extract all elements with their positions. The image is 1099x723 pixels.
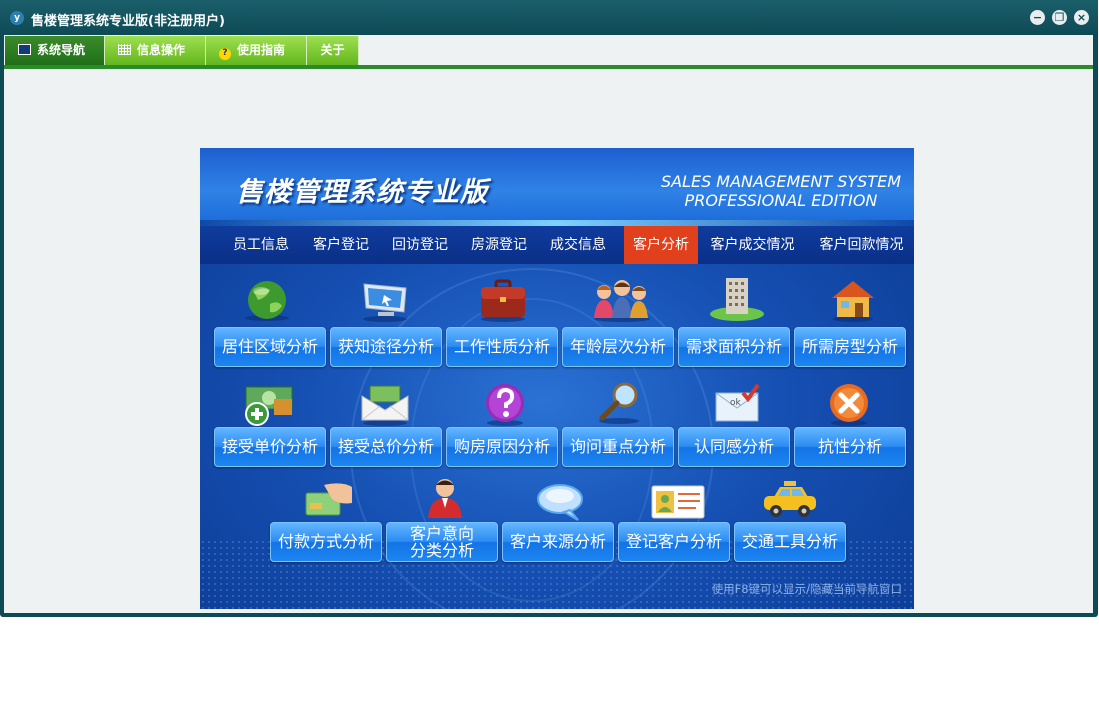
nav-revisit-register[interactable]: 回访登记 (382, 226, 458, 264)
menu-bar: 系统导航 信息操作 ? 使用指南 关于 (4, 35, 1093, 69)
building-icon (710, 278, 764, 321)
tile-registered-customer-analysis[interactable]: 登记客户分析 (618, 522, 730, 562)
taxi-icon (764, 481, 816, 517)
nav-customer-payment-status[interactable]: 客户回款情况 (812, 226, 911, 264)
chat-bubble-icon (537, 484, 583, 521)
nav-employee-info[interactable]: 员工信息 (223, 226, 299, 264)
grid-icon (118, 44, 131, 55)
globe-icon (245, 281, 289, 321)
window-title: 售楼管理系统专业版(非注册用户) (31, 14, 225, 29)
shortcut-hint: 使用F8键可以显示/隐藏当前导航窗口 (711, 582, 902, 596)
customer-icon (428, 479, 462, 518)
minimize-button[interactable]: − (1030, 10, 1045, 25)
tile-residence-area-analysis[interactable]: 居住区域分析 (214, 327, 326, 367)
tab-label: 关于 (320, 43, 345, 57)
close-circle-icon (830, 384, 868, 426)
tile-label-line2: 分类分析 (409, 541, 474, 560)
nav-customer-register[interactable]: 客户登记 (303, 226, 379, 264)
family-icon (594, 280, 650, 322)
tile-house-type-analysis[interactable]: 所需房型分析 (794, 327, 906, 367)
ok-mail-icon: ok (715, 383, 760, 422)
tile-purchase-reason-analysis[interactable]: 购房原因分析 (446, 427, 558, 467)
tile-resistance-analysis[interactable]: 抗性分析 (794, 427, 906, 467)
navigation-panel: 售楼管理系统专业版 SALES MANAGEMENT SYSTEM PROFES… (200, 148, 914, 609)
title-en-line1: SALES MANAGEMENT SYSTEM (660, 172, 901, 191)
tile-unit-price-analysis[interactable]: 接受单价分析 (214, 427, 326, 467)
tile-label-line1: 客户意向 (409, 524, 474, 543)
nav-deal-info[interactable]: 成交信息 (540, 226, 616, 264)
help-icon: ? (219, 48, 231, 60)
tile-customer-source-analysis[interactable]: 客户来源分析 (502, 522, 614, 562)
tile-total-price-analysis[interactable]: 接受总价分析 (330, 427, 442, 467)
ok-text: ok (730, 398, 742, 408)
tile-acquisition-channel-analysis[interactable]: 获知途径分析 (330, 327, 442, 367)
tile-customer-intention-analysis[interactable]: 客户意向 分类分析 (386, 522, 498, 562)
tile-identification-analysis[interactable]: 认同感分析 (678, 427, 790, 467)
tile-job-nature-analysis[interactable]: 工作性质分析 (446, 327, 558, 367)
magnifier-icon (599, 382, 639, 424)
tab-about[interactable]: 关于 (307, 36, 359, 65)
panel-header: 售楼管理系统专业版 SALES MANAGEMENT SYSTEM PROFES… (200, 148, 914, 226)
tab-label: 使用指南 (237, 43, 286, 57)
money-envelope-icon (361, 385, 409, 426)
tab-label: 系统导航 (37, 43, 86, 57)
tab-info-operation[interactable]: 信息操作 (105, 36, 206, 65)
tab-system-navigation[interactable]: 系统导航 (5, 36, 105, 65)
tab-user-guide[interactable]: ? 使用指南 (206, 36, 307, 65)
tile-inquiry-focus-analysis[interactable]: 询问重点分析 (562, 427, 674, 467)
panel-title-en: SALES MANAGEMENT SYSTEM PROFESSIONAL EDI… (661, 172, 901, 210)
house-icon (832, 281, 874, 322)
tile-required-area-analysis[interactable]: 需求面积分析 (678, 327, 790, 367)
tile-age-group-analysis[interactable]: 年龄层次分析 (562, 327, 674, 367)
monitor-icon (363, 283, 407, 322)
monitor-icon (18, 44, 31, 55)
title-bar[interactable]: y 售楼管理系统专业版(非注册用户) − ❐ × (0, 0, 1098, 35)
briefcase-icon (481, 279, 525, 322)
title-en-line2: PROFESSIONAL EDITION (684, 191, 878, 210)
panel-title-cn: 售楼管理系统专业版 (236, 177, 488, 208)
tile-payment-method-analysis[interactable]: 付款方式分析 (270, 522, 382, 562)
nav-housing-register[interactable]: 房源登记 (461, 226, 537, 264)
money-add-icon (245, 386, 293, 426)
card-payment-icon (305, 483, 352, 516)
id-card-icon (651, 485, 705, 519)
app-logo-icon: y (10, 11, 24, 25)
tile-transport-analysis[interactable]: 交通工具分析 (734, 522, 846, 562)
nav-customer-deal-status[interactable]: 客户成交情况 (703, 226, 802, 264)
app-window: y 售楼管理系统专业版(非注册用户) − ❐ × 系统导航 信息操作 ? 使用指南… (0, 0, 1098, 617)
restore-button[interactable]: ❐ (1052, 10, 1067, 25)
module-nav-bar: 员工信息 客户登记 回访登记 房源登记 成交信息 客户分析 客户成交情况 客户回… (200, 226, 914, 264)
question-icon (486, 384, 524, 426)
tab-label: 信息操作 (137, 43, 186, 57)
nav-customer-analysis[interactable]: 客户分析 (624, 226, 698, 264)
close-button[interactable]: × (1074, 10, 1089, 25)
